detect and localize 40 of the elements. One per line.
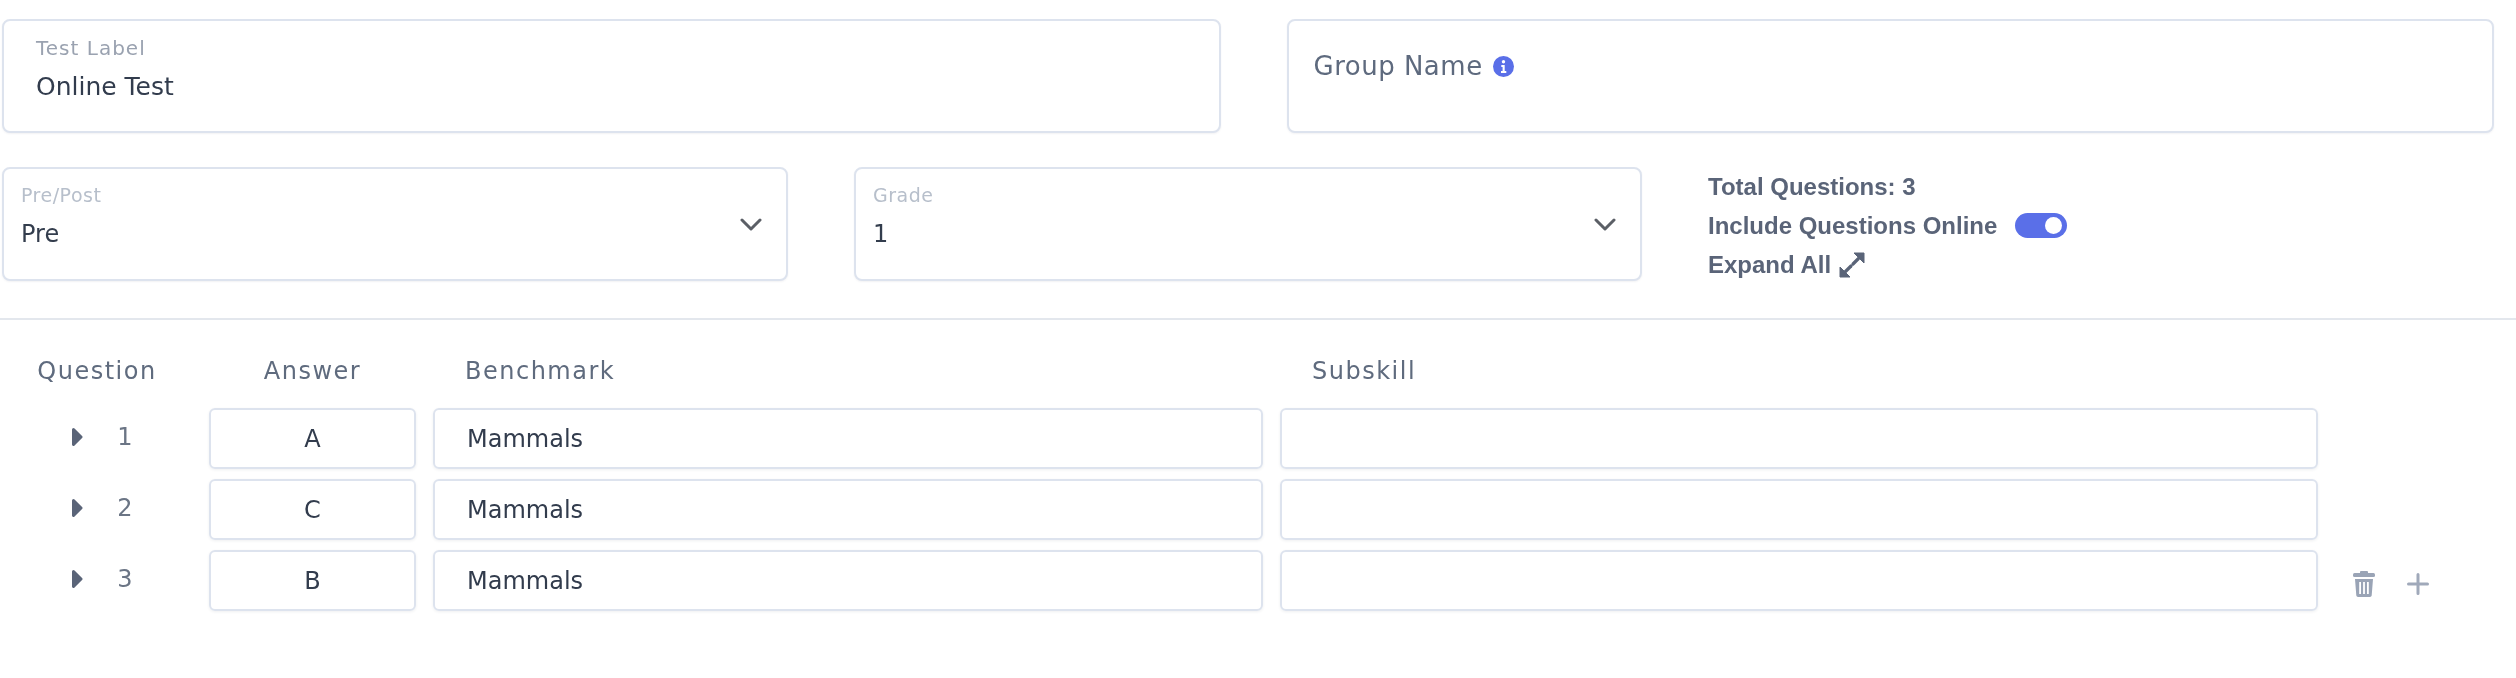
- column-header: Benchmark: [465, 357, 616, 385]
- caret-right-icon[interactable]: [71, 426, 84, 447]
- subskill-field[interactable]: [1280, 479, 2318, 540]
- field-label: Grade: [873, 183, 934, 207]
- selected-value: 1: [873, 219, 889, 249]
- column-header: Answer: [263, 357, 362, 385]
- field-label: Group Name: [1313, 50, 1483, 83]
- answer-field[interactable]: B: [209, 550, 416, 611]
- expand-all-link[interactable]: Expand All: [1708, 245, 1866, 284]
- chevron-down-icon[interactable]: [740, 217, 762, 231]
- question-number: 3: [117, 563, 133, 594]
- field-label: Pre/Post: [21, 183, 102, 207]
- field-value: Online Test: [36, 72, 174, 102]
- trash-icon[interactable]: [2353, 570, 2375, 597]
- subskill-field[interactable]: [1280, 550, 2318, 611]
- chevron-down-icon[interactable]: [1594, 217, 1616, 231]
- benchmark-field[interactable]: Mammals: [433, 408, 1263, 469]
- test-label-field[interactable]: Test Label Online Test: [2, 19, 1221, 133]
- toggle-switch[interactable]: [2015, 213, 2068, 238]
- answer-field[interactable]: C: [209, 479, 416, 540]
- caret-right-icon[interactable]: [71, 568, 84, 589]
- question-number: 1: [117, 421, 133, 452]
- group-name-field[interactable]: Group Name: [1286, 19, 2494, 133]
- pre-post-select[interactable]: Pre/Post Pre: [2, 167, 788, 281]
- benchmark-field[interactable]: Mammals: [433, 550, 1263, 611]
- answer-field[interactable]: A: [209, 408, 416, 469]
- column-header: Subskill: [1312, 357, 1417, 385]
- selected-value: Pre: [21, 219, 60, 249]
- info-icon[interactable]: [1492, 56, 1514, 77]
- plus-icon[interactable]: [2407, 572, 2429, 595]
- question-number: 2: [117, 492, 133, 523]
- expand-arrows-icon[interactable]: [1839, 251, 1866, 278]
- total-questions-text: Total Questions: 3: [1708, 172, 1916, 202]
- subskill-field[interactable]: [1280, 408, 2318, 469]
- field-label: Test Label: [36, 36, 146, 60]
- column-header: Question: [37, 357, 157, 385]
- benchmark-field[interactable]: Mammals: [433, 479, 1263, 540]
- grade-select[interactable]: Grade 1: [854, 167, 1642, 281]
- toggle-label: Include Questions Online: [1708, 211, 1998, 241]
- caret-right-icon[interactable]: [71, 497, 84, 518]
